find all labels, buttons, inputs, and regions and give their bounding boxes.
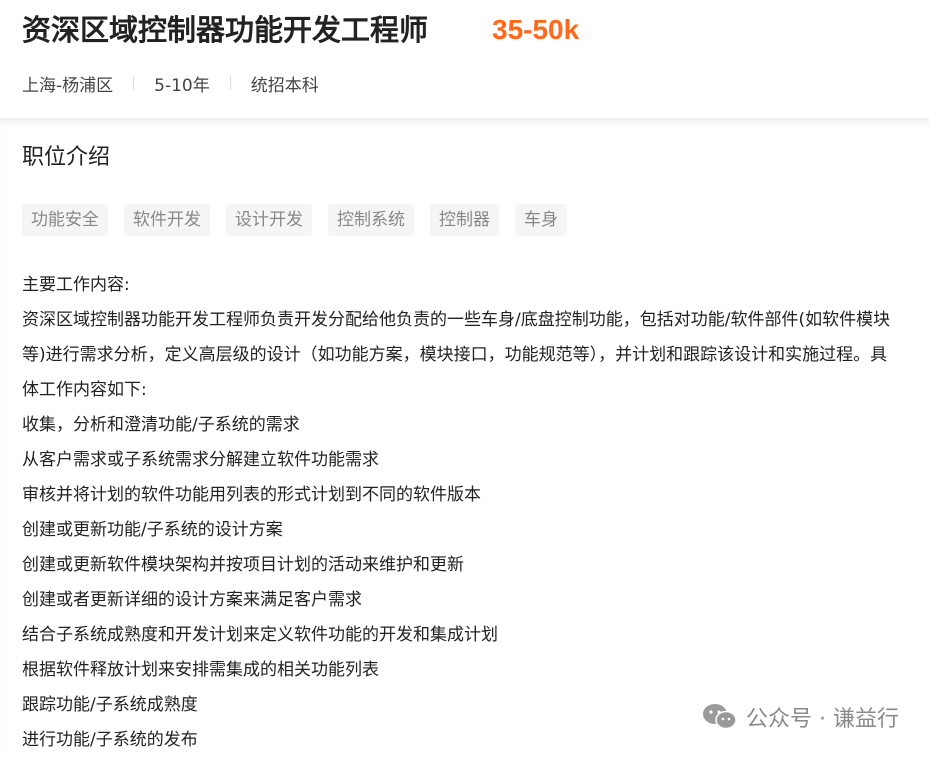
- meta-divider: [133, 76, 135, 90]
- job-description-section: 职位介绍 功能安全 软件开发 设计开发 控制系统 控制器 车身 主要工作内容: …: [0, 118, 929, 755]
- skill-tag[interactable]: 功能安全: [22, 204, 108, 236]
- skill-tag[interactable]: 车身: [515, 204, 567, 236]
- watermark-text: 公众号 · 谦益行: [746, 707, 899, 732]
- skill-tag[interactable]: 设计开发: [226, 204, 312, 236]
- skill-tags: 功能安全 软件开发 设计开发 控制系统 控制器 车身: [22, 204, 567, 236]
- description-line: 创建或更新软件模块架构并按项目计划的活动来维护和更新: [22, 555, 464, 575]
- section-title: 职位介绍: [22, 145, 111, 170]
- job-location: 上海-杨浦区: [22, 75, 114, 96]
- job-meta: 上海-杨浦区 5-10年 统招本科: [22, 70, 319, 96]
- description-line: 等)进行需求分析，定义高层级的设计（如功能方案，模块接口，功能规范等），并计划和…: [22, 345, 888, 365]
- description-line: 根据软件释放计划来安排需集成的相关功能列表: [22, 660, 379, 680]
- description-line: 创建或更新功能/子系统的设计方案: [22, 520, 283, 540]
- description-line: 创建或者更新详细的设计方案来满足客户需求: [22, 590, 362, 610]
- wechat-icon: [703, 704, 737, 730]
- job-header: 资深区域控制器功能开发工程师 35-50k 上海-杨浦区 5-10年 统招本科: [0, 0, 929, 118]
- description-line: 从客户需求或子系统需求分解建立软件功能需求: [22, 450, 379, 470]
- description-line: 体工作内容如下:: [22, 380, 147, 400]
- description-line: 收集，分析和澄清功能/子系统的需求: [22, 415, 300, 435]
- watermark: 公众号 · 谦益行: [702, 701, 899, 733]
- job-title: 资深区域控制器功能开发工程师: [22, 13, 429, 47]
- skill-tag[interactable]: 软件开发: [124, 204, 210, 236]
- job-education: 统招本科: [250, 75, 319, 96]
- description-line: 审核并将计划的软件功能用列表的形式计划到不同的软件版本: [22, 485, 481, 505]
- skill-tag[interactable]: 控制器: [430, 204, 499, 236]
- description-line: 资深区域控制器功能开发工程师负责开发分配给他负责的一些车身/底盘控制功能，包括对…: [22, 310, 891, 330]
- salary: 35-50k: [492, 14, 580, 45]
- job-description: 主要工作内容: 资深区域控制器功能开发工程师负责开发分配给他负责的一些车身/底盘…: [22, 268, 922, 758]
- job-experience: 5-10年: [154, 75, 210, 96]
- skill-tag[interactable]: 控制系统: [328, 204, 414, 236]
- description-line: 主要工作内容:: [22, 275, 130, 295]
- description-line: 结合子系统成熟度和开发计划来定义软件功能的开发和集成计划: [22, 625, 498, 645]
- meta-divider: [229, 76, 231, 90]
